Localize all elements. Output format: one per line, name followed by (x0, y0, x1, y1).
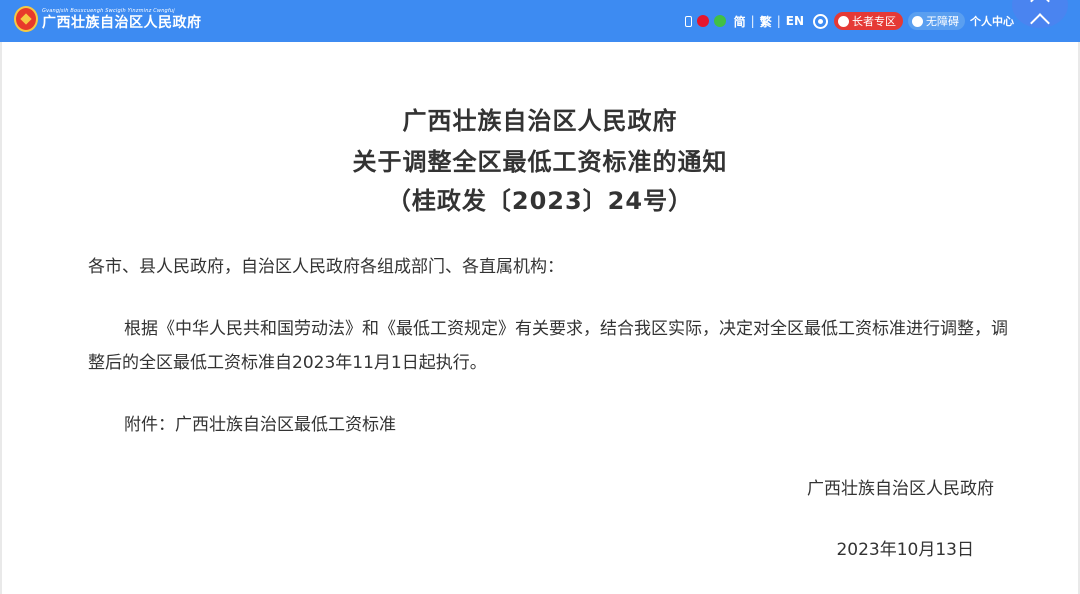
issue-date: 2023年10月13日 (836, 540, 974, 560)
search-icon[interactable] (813, 13, 828, 29)
site-logo[interactable]: Gvangjsih Bouxcuengh Swcigih Yinzminz Cw… (14, 6, 202, 32)
wechat-icon[interactable] (713, 15, 726, 27)
national-emblem-icon (14, 6, 38, 32)
document-title-line2: 关于调整全区最低工资标准的通知 (352, 148, 728, 176)
lang-traditional-button[interactable]: 繁 (760, 13, 772, 30)
mobile-icon[interactable] (684, 15, 692, 27)
lang-english-button[interactable]: EN (786, 14, 804, 28)
issuer-signature: 广西壮族自治区人民政府 (807, 479, 994, 499)
chevron-up-icon (1030, 13, 1050, 33)
logo-zhuang-text: Gvangjsih Bouxcuengh Swcigih Yinzminz Cw… (42, 7, 175, 14)
back-to-top-button[interactable] (1012, 0, 1068, 33)
document-title-line1: 广西壮族自治区人民政府 (402, 107, 678, 135)
chevron-up-icon (1030, 0, 1050, 11)
elder-zone-button[interactable]: 长者专区 (834, 12, 903, 30)
elder-zone-label: 长者专区 (852, 15, 896, 28)
lang-simplified-button[interactable]: 简 (734, 13, 746, 30)
weibo-icon[interactable] (696, 15, 709, 27)
accessibility-label: 无障碍 (926, 15, 959, 28)
document-number: （桂政发〔2023〕24号） (386, 187, 694, 215)
header-tools: 简 | 繁 | EN 长者专区 无障碍 个人中心 (684, 0, 1014, 42)
separator: | (776, 14, 781, 28)
separator: | (750, 14, 755, 28)
elder-icon (838, 15, 849, 27)
attachment-link[interactable]: 附件：广西壮族自治区最低工资标准 (88, 408, 1008, 442)
logo-title: 广西壮族自治区人民政府 (42, 14, 202, 31)
salutation: 各市、县人民政府，自治区人民政府各组成部门、各直属机构： (88, 257, 564, 277)
accessibility-button[interactable]: 无障碍 (908, 12, 965, 30)
top-bar: Gvangjsih Bouxcuengh Swcigih Yinzminz Cw… (0, 0, 1080, 42)
personal-center-link[interactable]: 个人中心 (970, 13, 1014, 29)
body-paragraph: 根据《中华人民共和国劳动法》和《最低工资规定》有关要求，结合我区实际，决定对全区… (88, 319, 1008, 373)
wheelchair-icon (912, 15, 923, 27)
